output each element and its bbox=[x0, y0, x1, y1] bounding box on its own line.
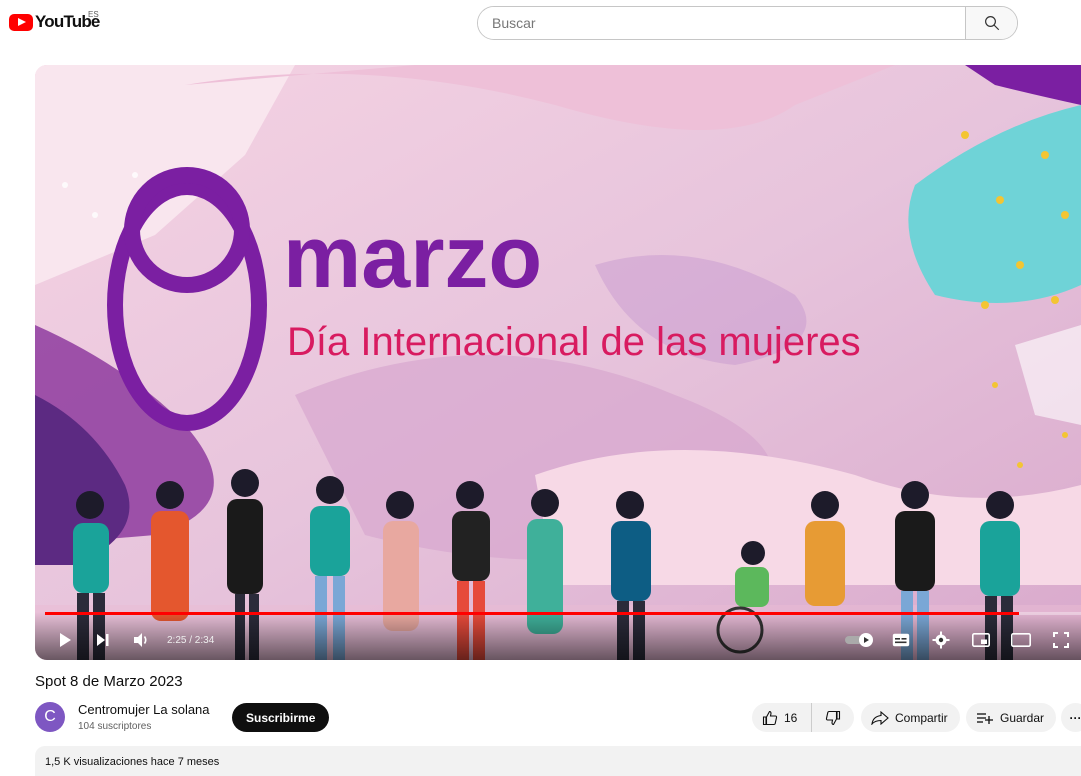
volume-button[interactable] bbox=[131, 630, 153, 650]
video-player[interactable]: marzo Día Internacional de las mujeres 2… bbox=[35, 65, 1081, 660]
youtube-play-icon bbox=[9, 13, 33, 31]
subtitles-button[interactable] bbox=[890, 630, 912, 650]
dislike-button[interactable] bbox=[812, 703, 854, 732]
like-icon bbox=[762, 710, 778, 725]
fullscreen-button[interactable] bbox=[1050, 630, 1072, 650]
theater-icon bbox=[1011, 633, 1031, 647]
like-count: 16 bbox=[784, 710, 798, 725]
country-code: ES bbox=[88, 10, 99, 19]
miniplayer-icon bbox=[972, 633, 990, 647]
fullscreen-icon bbox=[1053, 632, 1069, 648]
next-icon bbox=[97, 634, 109, 646]
search-icon bbox=[984, 16, 999, 31]
top-bar: YouTube ES bbox=[0, 0, 1081, 50]
more-actions-button[interactable]: ··· bbox=[1061, 703, 1081, 732]
search-input[interactable] bbox=[478, 7, 965, 39]
share-icon bbox=[871, 710, 889, 725]
autoplay-toggle[interactable] bbox=[845, 630, 875, 650]
search-box bbox=[477, 6, 1018, 40]
description-box[interactable]: 1,5 K visualizaciones hace 7 meses bbox=[35, 746, 1081, 776]
youtube-logo[interactable]: YouTube bbox=[9, 10, 100, 34]
view-stats: 1,5 K visualizaciones hace 7 meses bbox=[45, 756, 220, 768]
save-label: Guardar bbox=[1000, 710, 1045, 725]
theater-mode-button[interactable] bbox=[1010, 630, 1032, 650]
subscribe-button[interactable]: Suscribirme bbox=[232, 703, 330, 732]
dislike-icon bbox=[825, 710, 841, 725]
settings-button[interactable] bbox=[930, 630, 952, 650]
volume-icon bbox=[134, 633, 147, 647]
like-button[interactable]: 16 bbox=[752, 703, 812, 732]
play-button[interactable] bbox=[55, 630, 75, 650]
time-display: 2:25 / 2:34 bbox=[167, 635, 215, 646]
video-title: Spot 8 de Marzo 2023 bbox=[35, 673, 183, 690]
subtitles-icon bbox=[892, 633, 910, 647]
search-button[interactable] bbox=[965, 7, 1017, 39]
save-icon bbox=[977, 712, 993, 724]
channel-row: C Centromujer La solana 104 suscriptores… bbox=[35, 700, 1081, 736]
channel-avatar[interactable]: C bbox=[35, 702, 65, 732]
progress-bar[interactable] bbox=[45, 612, 1081, 615]
play-icon bbox=[60, 633, 71, 647]
share-button[interactable]: Compartir bbox=[861, 703, 960, 732]
video-subtitle-text: Día Internacional de las mujeres bbox=[287, 320, 861, 364]
channel-name[interactable]: Centromujer La solana bbox=[78, 702, 210, 717]
settings-icon bbox=[932, 631, 950, 649]
share-label: Compartir bbox=[895, 710, 948, 725]
save-button[interactable]: Guardar bbox=[966, 703, 1057, 732]
subscriber-count: 104 suscriptores bbox=[78, 721, 152, 732]
video-frame: marzo Día Internacional de las mujeres bbox=[35, 65, 1081, 660]
video-month-text: marzo bbox=[283, 207, 542, 306]
next-button[interactable] bbox=[93, 630, 113, 650]
miniplayer-button[interactable] bbox=[970, 630, 992, 650]
player-controls: 2:25 / 2:34 bbox=[35, 612, 1081, 660]
like-dislike-group: 16 bbox=[752, 703, 854, 732]
progress-fill bbox=[45, 612, 1019, 615]
autoplay-icon bbox=[845, 633, 873, 647]
